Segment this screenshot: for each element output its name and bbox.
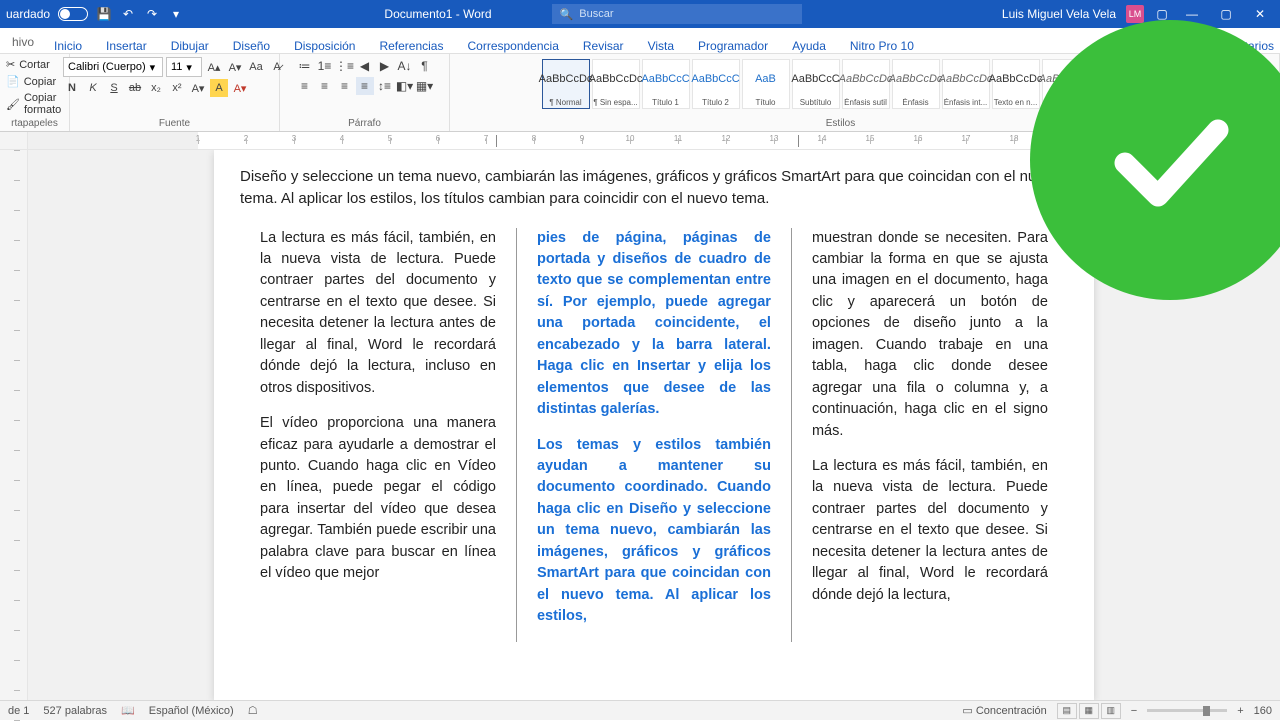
redo-icon[interactable]: ↷ [144,6,160,22]
indent-icon[interactable]: ▶ [376,57,394,75]
cut-icon: ✂ [6,58,15,71]
borders-icon[interactable]: ▦▾ [416,77,434,95]
change-case-icon[interactable]: Aa [247,58,265,76]
zoom-level[interactable]: 160 [1254,705,1272,717]
strike-button[interactable]: ab [126,79,144,97]
style-t-tulo[interactable]: AaBTítulo [742,59,790,109]
copy-button[interactable]: 📄Copiar [6,74,63,89]
view-weblayout-icon[interactable]: ▥ [1101,703,1121,719]
dedent-icon[interactable]: ◀ [356,57,374,75]
font-color-icon[interactable]: A▾ [231,79,249,97]
align-center-icon[interactable]: ≡ [316,77,334,95]
zoom-out-button[interactable]: − [1131,705,1137,717]
language-indicator[interactable]: Español (México) [149,705,234,717]
search-input[interactable]: 🔍 Buscar [552,4,802,24]
zoom-in-button[interactable]: + [1237,705,1243,717]
multilevel-icon[interactable]: ⋮≡ [336,57,354,75]
view-readmode-icon[interactable]: ▤ [1057,703,1077,719]
underline-button[interactable]: S [105,79,123,97]
minimize-button[interactable]: — [1180,7,1204,21]
line-spacing-icon[interactable]: ↕≡ [376,77,394,95]
focus-mode[interactable]: ▭ Concentración [962,704,1046,717]
avatar[interactable]: LM [1126,5,1144,23]
group-font: Fuente [159,118,190,131]
spellcheck-icon[interactable]: 📖 [121,704,135,717]
undo-icon[interactable]: ↶ [120,6,136,22]
bullets-icon[interactable]: ≔ [296,57,314,75]
view-printlayout-icon[interactable]: ▦ [1079,703,1099,719]
copy-icon: 📄 [6,75,20,88]
group-clipboard: rtapapeles [11,118,58,131]
font-size-combo[interactable]: 11▾ [166,57,202,77]
close-button[interactable]: ✕ [1248,7,1272,21]
column-3[interactable]: muestran donde se necesiten. Para cambia… [792,228,1068,642]
show-marks-icon[interactable]: ¶ [416,57,434,75]
grow-font-icon[interactable]: A▴ [205,58,223,76]
shading-icon[interactable]: ◧▾ [396,77,414,95]
title-bar: uardado 💾 ↶ ↷ ▾ Documento1 - Word 🔍 Busc… [0,0,1280,28]
font-name-combo[interactable]: Calibri (Cuerpo)▾ [63,57,163,77]
intro-paragraph[interactable]: Diseño y seleccione un tema nuevo, cambi… [214,166,1094,228]
style---sin-espa---[interactable]: AaBbCcDc¶ Sin espa... [592,59,640,109]
subscript-button[interactable]: x₂ [147,79,165,97]
user-name[interactable]: Luis Miguel Vela Vela [1002,7,1116,21]
page-indicator[interactable]: de 1 [8,705,29,717]
style--nfasis[interactable]: AaBbCcDcÉnfasis [892,59,940,109]
numbering-icon[interactable]: 1≡ [316,57,334,75]
text-effects-icon[interactable]: A▾ [189,79,207,97]
group-styles: Estilos [826,118,855,131]
search-icon: 🔍 [560,8,574,21]
style--nfasis-int---[interactable]: AaBbCcDcÉnfasis int... [942,59,990,109]
autosave-label: uardado [6,7,50,21]
bold-button[interactable]: N [63,79,81,97]
status-bar: de 1 527 palabras 📖 Español (México) ☖ ▭… [0,700,1280,720]
column-1[interactable]: La lectura es más fácil, también, en la … [240,228,516,642]
italic-button[interactable]: K [84,79,102,97]
page: Diseño y seleccione un tema nuevo, cambi… [214,150,1094,700]
highlight-icon[interactable]: A [210,79,228,97]
qat-more-icon[interactable]: ▾ [168,6,184,22]
autosave-toggle[interactable] [58,7,88,21]
format-painter-button[interactable]: 🖌Copiar formato [6,91,63,117]
brush-icon: 🖌 [6,98,20,111]
justify-icon[interactable]: ≡ [356,77,374,95]
word-count[interactable]: 527 palabras [43,705,107,717]
superscript-button[interactable]: x² [168,79,186,97]
style--nfasis-sutil[interactable]: AaBbCcDcÉnfasis sutil [842,59,890,109]
accessibility-icon[interactable]: ☖ [248,704,258,717]
shrink-font-icon[interactable]: A▾ [226,58,244,76]
zoom-slider[interactable] [1147,709,1227,712]
column-2[interactable]: pies de página, páginas de portada y dis… [516,228,792,642]
style-texto-en-n---[interactable]: AaBbCcDcTexto en n... [992,59,1040,109]
style-t-tulo-1[interactable]: AaBbCcCTítulo 1 [642,59,690,109]
maximize-button[interactable]: ▢ [1214,7,1238,21]
group-paragraph: Párrafo [348,118,381,131]
align-right-icon[interactable]: ≡ [336,77,354,95]
save-icon[interactable]: 💾 [96,6,112,22]
align-left-icon[interactable]: ≡ [296,77,314,95]
vertical-ruler[interactable] [0,150,28,700]
sort-icon[interactable]: A↓ [396,57,414,75]
tab-file[interactable]: hivo [4,31,42,53]
style-subt-tulo[interactable]: AaBbCcCSubtítulo [792,59,840,109]
cut-button[interactable]: ✂Cortar [6,57,63,72]
document-title: Documento1 - Word [384,7,491,21]
style---normal[interactable]: AaBbCcDc¶ Normal [542,59,590,109]
style-t-tulo-2[interactable]: AaBbCcCTítulo 2 [692,59,740,109]
